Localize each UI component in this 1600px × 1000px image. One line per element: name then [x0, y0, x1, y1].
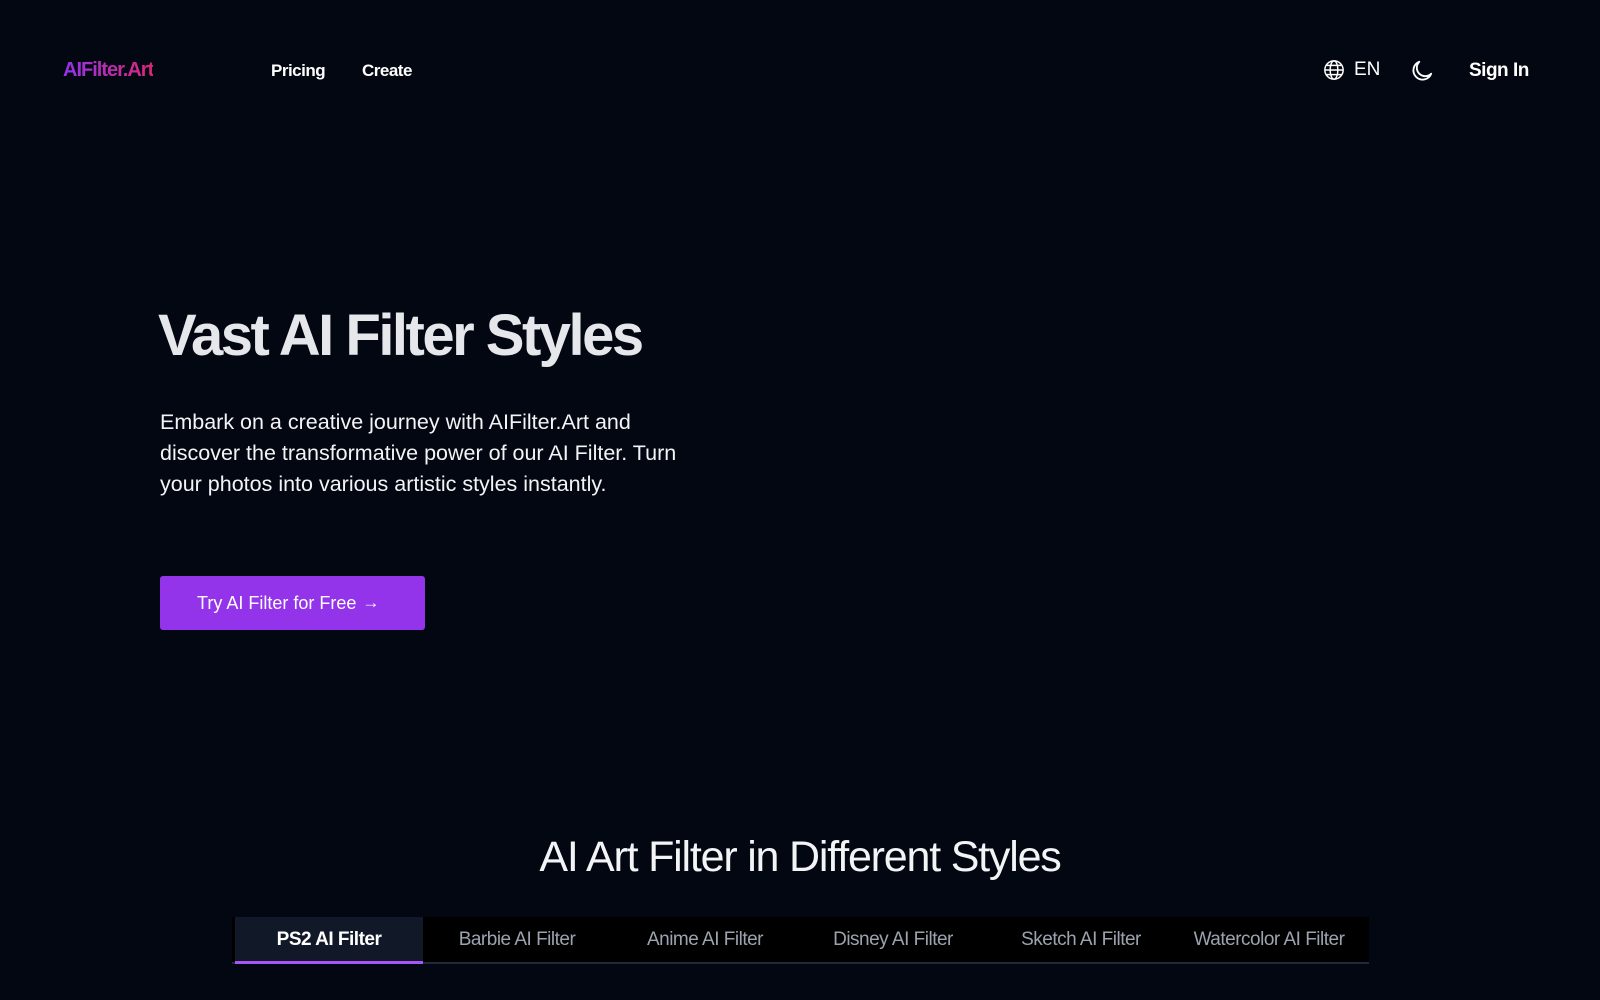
section-title: AI Art Filter in Different Styles: [539, 833, 1061, 881]
site-header: AIFilter.Art Pricing Create EN Sign In: [0, 0, 1600, 143]
tab-sketch-ai-filter[interactable]: Sketch AI Filter: [987, 917, 1175, 962]
tab-ps2-ai-filter[interactable]: PS2 AI Filter: [235, 917, 423, 964]
language-selector[interactable]: EN: [1323, 59, 1380, 81]
try-free-button[interactable]: Try AI Filter for Free →: [160, 576, 425, 630]
hero-title: Vast AI Filter Styles: [158, 303, 644, 368]
nav-link-pricing[interactable]: Pricing: [271, 61, 326, 81]
hero-description: Embark on a creative journey with AIFilt…: [160, 410, 677, 496]
cta-label: Try AI Filter for Free: [197, 592, 357, 613]
globe-icon: [1324, 60, 1344, 80]
theme-toggle-button[interactable]: [1409, 58, 1435, 84]
tab-barbie-ai-filter[interactable]: Barbie AI Filter: [423, 917, 611, 962]
moon-icon: [1412, 60, 1433, 81]
sign-in-button[interactable]: Sign In: [1469, 60, 1529, 82]
tab-anime-ai-filter[interactable]: Anime AI Filter: [611, 917, 799, 962]
tab-disney-ai-filter[interactable]: Disney AI Filter: [799, 917, 987, 962]
arrow-right-icon: →: [362, 593, 380, 612]
style-tabs: PS2 AI Filter Barbie AI Filter Anime AI …: [232, 917, 1369, 964]
nav-link-create[interactable]: Create: [362, 61, 412, 81]
tab-watercolor-ai-filter[interactable]: Watercolor AI Filter: [1175, 917, 1363, 962]
page: AIFilter.Art Pricing Create EN Sign In V…: [0, 0, 1600, 1000]
logo[interactable]: AIFilter.Art: [63, 59, 154, 82]
language-label: EN: [1354, 59, 1381, 80]
